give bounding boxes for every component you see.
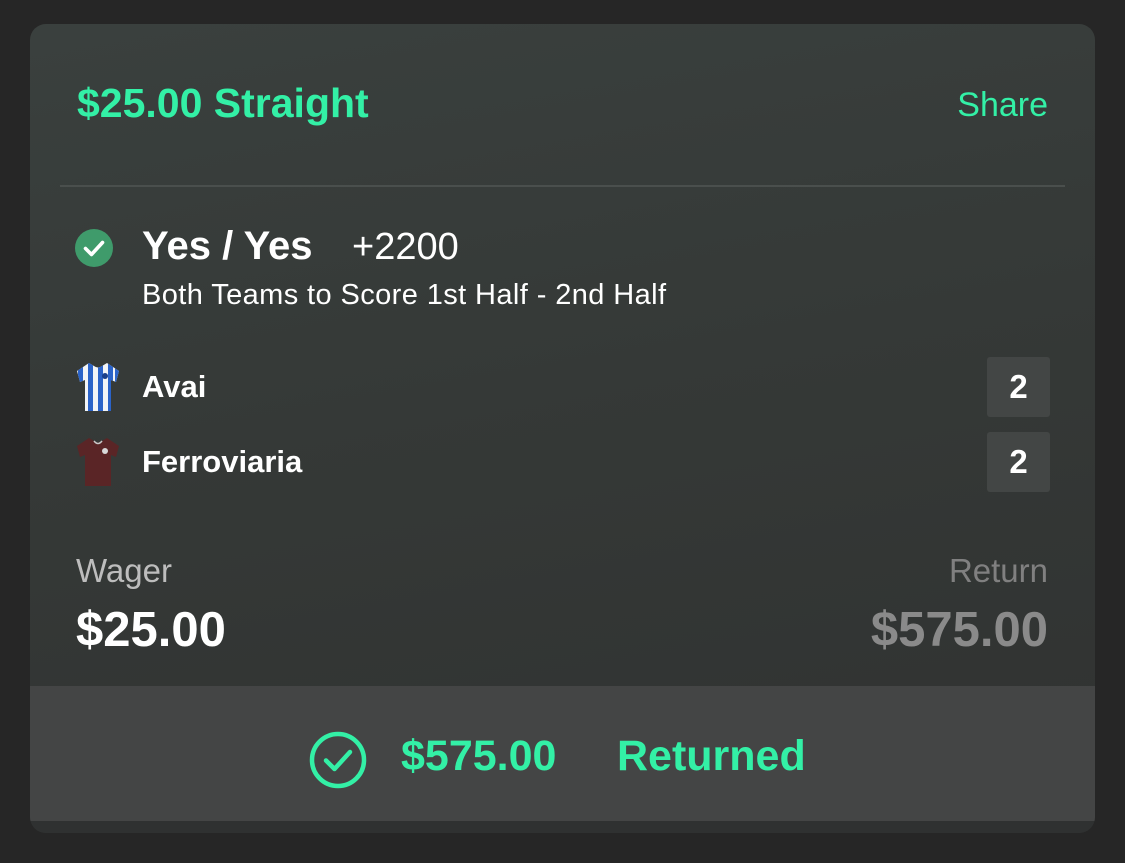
team-row-home: Avai 2 (30, 357, 1095, 417)
result-amount: $575.00 (401, 732, 557, 780)
team-score-away: 2 (987, 432, 1050, 492)
bet-header: $25.00 Straight Share (30, 24, 1095, 186)
check-circle-icon (75, 229, 113, 267)
team-row-away: Ferroviaria 2 (30, 432, 1095, 492)
result-footer: $575.00 Returned (30, 686, 1095, 821)
card-bottom-strip (30, 821, 1095, 833)
bet-card: $25.00 Straight Share Yes / Yes +2200 Bo… (30, 24, 1095, 833)
team-name-home: Avai (142, 369, 207, 404)
team-name-away: Ferroviaria (142, 444, 303, 479)
header-divider (60, 185, 1065, 187)
wager-label: Wager (76, 552, 172, 589)
bet-selection: Yes / Yes (142, 224, 313, 268)
share-button[interactable]: Share (957, 86, 1048, 125)
jersey-maroon-icon (77, 438, 119, 486)
team-score-home: 2 (987, 357, 1050, 417)
result-status: Returned (617, 732, 806, 780)
bet-title: $25.00 Straight (77, 80, 369, 126)
return-value: $575.00 (870, 603, 1048, 657)
jersey-blue-white-stripes-icon (77, 363, 119, 411)
bet-odds: +2200 (352, 226, 459, 268)
return-label: Return (948, 552, 1048, 589)
wager-value: $25.00 (76, 603, 226, 657)
check-circle-outline-icon (309, 731, 367, 789)
bet-market: Both Teams to Score 1st Half - 2nd Half (142, 279, 667, 311)
